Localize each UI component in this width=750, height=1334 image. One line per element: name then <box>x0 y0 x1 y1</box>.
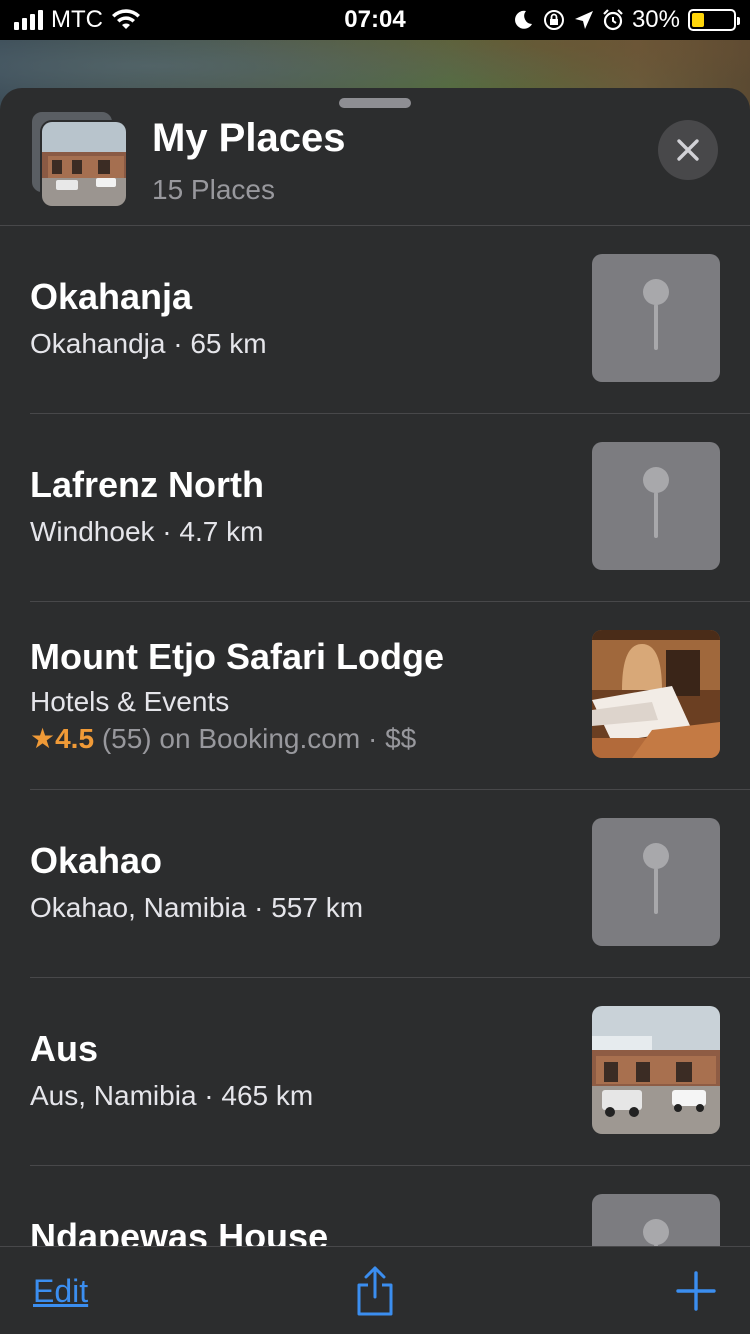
place-thumbnail <box>592 254 720 382</box>
places-list: Okahanja Okahandja · 65 km Lafrenz North… <box>0 226 750 1334</box>
rotation-lock-icon <box>543 10 564 30</box>
do-not-disturb-moon-icon <box>515 10 532 29</box>
sheet-title: My Places <box>152 116 346 160</box>
place-detail: Okahandja · 65 km <box>30 328 267 359</box>
close-icon <box>677 139 699 161</box>
place-name: Okahao <box>30 840 163 881</box>
list-item[interactable]: Lafrenz North Windhoek · 4.7 km <box>30 414 750 602</box>
place-detail: Hotels & Events <box>30 686 230 717</box>
map-pin-icon <box>643 279 669 350</box>
place-detail: Windhoek · 4.7 km <box>30 516 264 547</box>
alarm-icon <box>603 9 623 31</box>
rating-score: 4.5 <box>55 723 95 754</box>
place-name: Mount Etjo Safari Lodge <box>30 636 444 677</box>
rating-source: (55) on Booking.com · $$ <box>94 723 417 754</box>
sheet-header: My Places 15 Places <box>0 88 750 226</box>
edit-button[interactable]: Edit <box>33 1273 88 1310</box>
place-name: Lafrenz North <box>30 464 264 505</box>
bottom-toolbar: Edit <box>0 1246 750 1334</box>
place-photo <box>592 1006 720 1134</box>
place-thumbnail <box>592 442 720 570</box>
star-icon: ★ <box>30 723 56 754</box>
map-pin-icon <box>643 467 669 538</box>
place-thumbnail <box>592 818 720 946</box>
battery-percent: 30% <box>631 6 680 33</box>
battery-icon <box>688 9 740 31</box>
share-icon[interactable] <box>354 1265 396 1317</box>
collection-thumbnail <box>30 110 130 210</box>
my-places-sheet: My Places 15 Places Okahanja Okahandja ·… <box>0 88 750 1334</box>
place-name: Okahanja <box>30 276 193 317</box>
list-item[interactable]: Okahanja Okahandja · 65 km <box>30 226 750 414</box>
map-pin-icon <box>643 843 669 914</box>
place-detail: Okahao, Namibia · 557 km <box>30 892 364 923</box>
wifi-icon <box>111 9 140 29</box>
carrier-name: MTC <box>51 6 103 33</box>
place-name: Aus <box>30 1028 99 1069</box>
places-count: 15 Places <box>152 174 275 205</box>
place-detail: Aus, Namibia · 465 km <box>30 1080 314 1111</box>
location-arrow-icon <box>574 11 593 29</box>
status-bar: MTC 07:04 30% <box>0 0 750 40</box>
cellular-signal-icon <box>14 10 43 30</box>
place-rating: ★4.5 (55) on Booking.com · $$ <box>30 722 416 755</box>
list-item[interactable]: Mount Etjo Safari Lodge Hotels & Events … <box>30 602 750 790</box>
list-item[interactable]: Aus Aus, Namibia · 465 km <box>30 978 750 1166</box>
close-button[interactable] <box>658 120 718 180</box>
place-photo <box>592 630 720 758</box>
list-item[interactable]: Okahao Okahao, Namibia · 557 km <box>30 790 750 978</box>
plus-icon[interactable] <box>676 1271 716 1311</box>
